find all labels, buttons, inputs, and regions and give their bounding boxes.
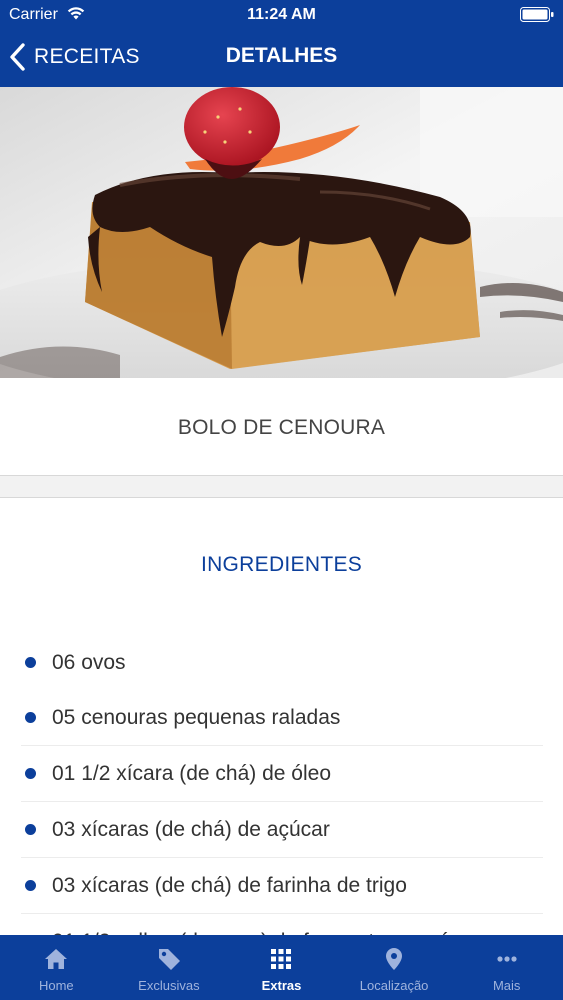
section-separator [0, 476, 563, 497]
tab-label: Localização [359, 978, 429, 993]
navigation-bar: RECEITAS DETALHES [0, 30, 563, 87]
more-dots-icon [497, 956, 517, 962]
ingredient-text: 01 1/2 xícara (de chá) de óleo [52, 761, 332, 785]
tab-label: Mais [492, 978, 521, 993]
ingredient-text: 06 ovos [52, 650, 126, 674]
grid-icon [271, 949, 292, 969]
page-title: DETALHES [225, 44, 338, 67]
bullet-icon [25, 880, 36, 891]
app-header: Carrier 11:24 AM RECEITAS DETALHES [0, 0, 563, 87]
list-item: 03 xícaras (de chá) de açúcar [21, 802, 543, 858]
ingredient-text: 05 cenouras pequenas raladas [52, 705, 341, 729]
tab-localizacao[interactable]: Localização [338, 935, 451, 1000]
location-pin-icon [386, 948, 403, 970]
cake-illustration [0, 87, 563, 378]
list-item: 05 cenouras pequenas raladas [21, 690, 543, 746]
tag-icon [158, 949, 180, 970]
recipe-photo [0, 87, 563, 378]
ingredient-text: 03 xícaras (de chá) de farinha de trigo [52, 873, 407, 897]
list-item: 03 xícaras (de chá) de farinha de trigo [21, 858, 543, 914]
tab-label: Extras [261, 978, 302, 993]
divider [0, 497, 563, 498]
bullet-icon [25, 712, 36, 723]
list-item: 01 1/2 xícara (de chá) de óleo [21, 746, 543, 802]
battery-icon [520, 7, 554, 22]
bullet-icon [25, 768, 36, 779]
tab-exclusivas[interactable]: Exclusivas [113, 935, 226, 1000]
recipe-title: BOLO DE CENOURA [177, 416, 386, 439]
list-item: 06 ovos [21, 635, 543, 690]
tab-home[interactable]: Home [0, 935, 113, 1000]
status-bar: Carrier 11:24 AM [0, 0, 563, 30]
home-icon [45, 949, 68, 969]
ingredient-text: 03 xícaras (de chá) de açúcar [52, 817, 330, 841]
ingredients-heading: INGREDIENTES [200, 553, 363, 576]
tab-bar: Home Exclusivas Extras Localização Mais [0, 935, 563, 1000]
bullet-icon [25, 824, 36, 835]
tab-label: Exclusivas [138, 978, 200, 993]
ingredients-list: 06 ovos 05 cenouras pequenas raladas 01 … [21, 635, 543, 970]
tab-label: Home [38, 978, 74, 993]
bullet-icon [25, 657, 36, 668]
tab-extras[interactable]: Extras [225, 935, 338, 1000]
tab-mais[interactable]: Mais [450, 935, 563, 1000]
status-time: 11:24 AM [247, 6, 316, 23]
